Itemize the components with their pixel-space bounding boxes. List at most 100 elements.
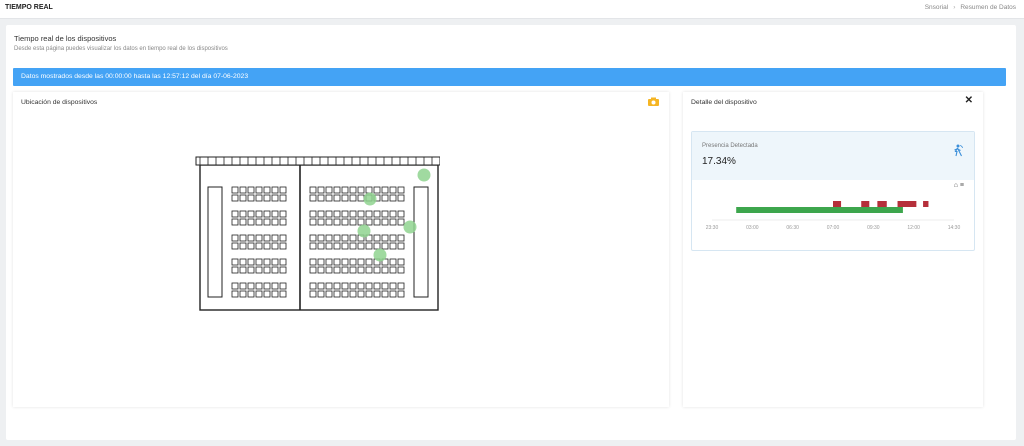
x-tick-label: 23:30: [706, 225, 719, 231]
presence-timeline-chart: 23:30 03:00 06:30 07:00 09:30 12:00 14:30: [706, 201, 960, 231]
floor-plan-top-wall: [195, 156, 440, 166]
desk: [325, 282, 333, 290]
desk: [263, 258, 271, 266]
page-header-title: TIEMPO REAL: [5, 4, 53, 11]
desk: [263, 234, 271, 242]
desk: [239, 186, 247, 194]
desk: [349, 194, 357, 202]
desk: [381, 266, 389, 274]
desk: [317, 218, 325, 226]
desk: [247, 218, 255, 226]
desk: [255, 194, 263, 202]
desk: [271, 258, 279, 266]
desk: [247, 242, 255, 250]
x-tick-label: 06:30: [786, 225, 799, 231]
device-sensor-icon[interactable]: [363, 192, 377, 206]
desk: [397, 194, 405, 202]
desk: [325, 266, 333, 274]
presence-card-header: Presencia Detectada 17.34%: [692, 132, 974, 180]
device-detail-panel: Detalle del dispositivo ✕ Presencia Dete…: [683, 92, 983, 407]
desk: [239, 210, 247, 218]
desk: [317, 290, 325, 298]
desk: [389, 234, 397, 242]
desk: [279, 234, 287, 242]
desk: [271, 210, 279, 218]
main-card: Tiempo real de los dispositivos Desde es…: [6, 25, 1016, 440]
home-icon[interactable]: ⌂: [954, 182, 958, 189]
device-sensor-icon[interactable]: [403, 220, 417, 234]
desk: [333, 234, 341, 242]
device-sensor-icon[interactable]: [357, 224, 371, 238]
desk: [239, 234, 247, 242]
desk: [381, 186, 389, 194]
desk: [231, 186, 239, 194]
desk: [365, 218, 373, 226]
desk: [397, 282, 405, 290]
person-presence-icon: [954, 144, 963, 157]
camera-icon[interactable]: [648, 97, 659, 106]
device-sensor-icon[interactable]: [417, 168, 431, 182]
desk: [373, 218, 381, 226]
desk: [247, 290, 255, 298]
desk: [309, 266, 317, 274]
desk: [365, 258, 373, 266]
desk: [357, 186, 365, 194]
desk: [333, 194, 341, 202]
desk: [309, 258, 317, 266]
breadcrumb-item-home[interactable]: Snsorial: [925, 4, 948, 11]
desk: [381, 210, 389, 218]
desk: [341, 186, 349, 194]
desk: [389, 266, 397, 274]
desk: [271, 282, 279, 290]
desk: [333, 266, 341, 274]
desk: [341, 290, 349, 298]
desk: [357, 194, 365, 202]
desk: [341, 242, 349, 250]
desk: [349, 266, 357, 274]
desk: [325, 242, 333, 250]
desk: [349, 218, 357, 226]
desk: [381, 242, 389, 250]
desk: [373, 290, 381, 298]
desk: [247, 194, 255, 202]
desk: [271, 290, 279, 298]
desk: [365, 282, 373, 290]
desk: [357, 282, 365, 290]
close-icon[interactable]: ✕: [965, 95, 973, 106]
desk: [381, 290, 389, 298]
desk: [341, 194, 349, 202]
desk: [255, 186, 263, 194]
panel-title-detail: Detalle del dispositivo: [691, 99, 757, 106]
device-sensor-icon[interactable]: [373, 248, 387, 262]
x-tick-label: 07:00: [827, 225, 840, 231]
breadcrumb-separator-icon: ›: [953, 4, 956, 11]
desk: [271, 218, 279, 226]
desk: [239, 258, 247, 266]
desk: [397, 186, 405, 194]
desk: [309, 210, 317, 218]
desk: [341, 266, 349, 274]
desk: [333, 210, 341, 218]
menu-icon[interactable]: ≡: [960, 182, 964, 189]
desk: [373, 282, 381, 290]
desk: [381, 234, 389, 242]
page-subtitle: Desde esta página puedes visualizar los …: [14, 46, 228, 52]
desk: [349, 282, 357, 290]
desk: [255, 218, 263, 226]
desk: [279, 242, 287, 250]
desk: [389, 290, 397, 298]
desk: [231, 258, 239, 266]
desk: [397, 234, 405, 242]
desk: [325, 210, 333, 218]
desk: [263, 242, 271, 250]
desk: [255, 210, 263, 218]
desk: [365, 242, 373, 250]
desk: [255, 266, 263, 274]
desk: [365, 186, 373, 194]
desk: [389, 194, 397, 202]
desk: [397, 242, 405, 250]
desk: [255, 282, 263, 290]
presence-value: 17.34%: [702, 156, 736, 167]
breadcrumb: Snsorial › Resumen de Datos: [925, 4, 1016, 11]
desk: [317, 234, 325, 242]
